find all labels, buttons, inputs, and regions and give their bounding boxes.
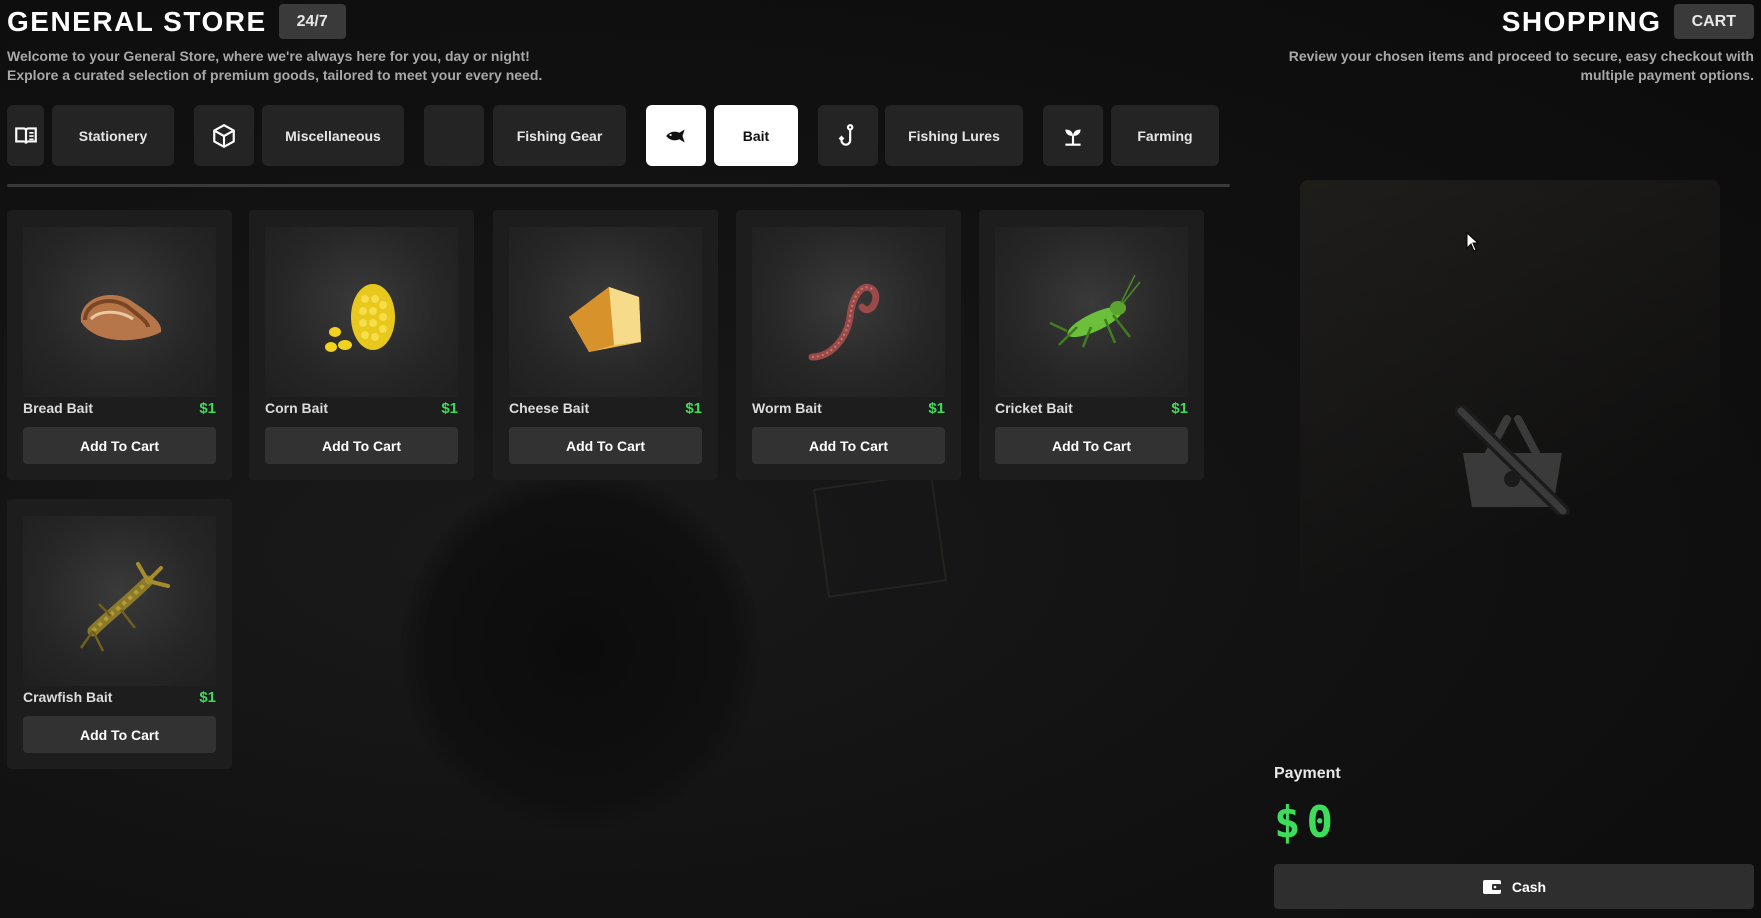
box-icon [213,123,235,148]
add-to-cart-button[interactable]: Add To Cart [265,427,458,464]
product-name: Bread Bait [23,400,94,416]
category-icon-fishing-lures[interactable] [818,105,878,166]
product-name: Worm Bait [752,400,822,416]
category-stationery[interactable]: Stationery [52,105,174,166]
store-description: Welcome to your General Store, where we'… [7,47,542,85]
store-header: GENERAL STORE 24/7 [7,4,346,39]
cart-title: SHOPPING [1501,5,1662,37]
product-card: Cheese Bait $1 Add To Cart [493,210,718,480]
category-icon-farming[interactable] [1043,105,1103,166]
store-title: GENERAL STORE [7,5,267,37]
add-to-cart-button[interactable]: Add To Cart [752,427,945,464]
hook-icon [838,123,854,146]
fish-icon [666,129,685,142]
add-to-cart-button[interactable]: Add To Cart [509,427,702,464]
cart-description: Review your chosen items and proceed to … [1289,47,1754,85]
category-bait[interactable]: Bait [714,105,798,166]
product-card: Bread Bait $1 Add To Cart [7,210,232,480]
payment-label: Payment [1274,765,1341,782]
hours-badge: 24/7 [278,4,346,39]
product-image-bread [23,227,216,397]
category-miscellaneous[interactable]: Miscellaneous [262,105,404,166]
category-icon-bait[interactable] [646,105,706,166]
product-card: Cricket Bait $1 Add To Cart [979,210,1204,480]
payment-total: $0 [1274,797,1339,848]
product-price: $1 [1171,400,1188,417]
cart-description-line: multiple payment options. [1580,67,1754,83]
background-shape [400,470,760,830]
wallet-icon [1482,879,1501,894]
store-description-line: Welcome to your General Store, where we'… [7,48,530,64]
product-image-crawfish [23,516,216,686]
product-image-corn [265,227,458,397]
product-card: Corn Bait $1 Add To Cart [249,210,474,480]
background-shape [812,472,948,598]
product-name: Crawfish Bait [23,689,113,705]
cart-description-line: Review your chosen items and proceed to … [1288,48,1754,64]
product-image-cheese [509,227,702,397]
store-description-line: Explore a curated selection of premium g… [7,67,543,83]
category-bar: Stationery Miscellaneous Fishing Gear Ba… [7,105,1220,166]
cart-badge: CART [1673,4,1754,39]
product-price: $1 [199,400,216,417]
product-name: Corn Bait [265,400,328,416]
sprout-icon [1065,129,1081,146]
add-to-cart-button[interactable]: Add To Cart [995,427,1188,464]
category-icon-stationery[interactable] [7,105,44,166]
category-icon-fishing-gear[interactable] [424,105,484,166]
mouse-cursor-icon [1466,232,1480,252]
cash-button-label: Cash [1511,878,1547,895]
product-card: Crawfish Bait $1 Add To Cart [7,499,232,769]
empty-basket-icon [1455,405,1570,515]
product-name: Cheese Bait [509,400,590,416]
category-fishing-gear[interactable]: Fishing Gear [493,105,626,166]
category-icon-miscellaneous[interactable] [194,105,254,166]
product-price: $1 [441,400,458,417]
product-image-worm [752,227,945,397]
cash-payment-button[interactable]: Cash [1274,864,1754,909]
add-to-cart-button[interactable]: Add To Cart [23,716,216,753]
product-card: Worm Bait $1 Add To Cart [736,210,961,480]
product-name: Cricket Bait [995,400,1073,416]
product-price: $1 [928,400,945,417]
product-price: $1 [685,400,702,417]
category-fishing-lures[interactable]: Fishing Lures [885,105,1023,166]
cart-header: SHOPPING CART [1502,4,1754,39]
product-image-cricket [995,227,1188,397]
category-farming[interactable]: Farming [1111,105,1219,166]
book-icon [14,126,37,144]
category-scrollbar[interactable] [7,184,1230,187]
add-to-cart-button[interactable]: Add To Cart [23,427,216,464]
product-price: $1 [199,689,216,706]
